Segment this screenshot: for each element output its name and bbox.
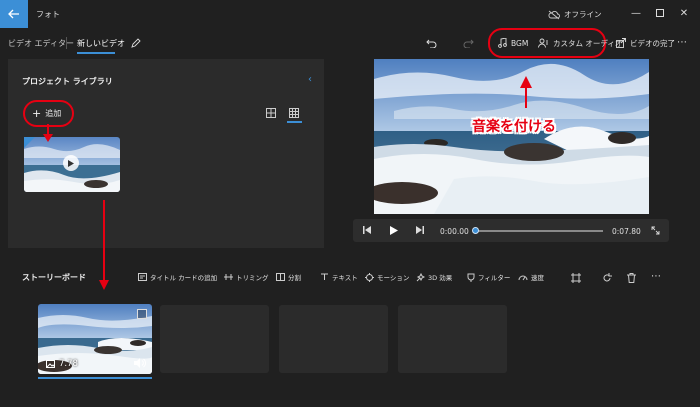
export-icon: [616, 38, 626, 48]
storyboard-title: ストーリーボード: [22, 273, 86, 282]
filter-icon: [467, 273, 475, 282]
end-time: 0:07.80: [612, 227, 641, 236]
video-preview: [374, 59, 649, 214]
trim-button[interactable]: トリミング: [224, 272, 269, 282]
close-button[interactable]: ✕: [674, 4, 694, 22]
storyboard-more-icon[interactable]: ⋯: [651, 271, 661, 282]
speed-button[interactable]: 速度: [518, 272, 544, 282]
speed-label: 速度: [531, 274, 544, 282]
view-selected-underline: [287, 121, 302, 123]
crop-icon[interactable]: [570, 272, 581, 283]
motion-icon: [365, 272, 374, 282]
clip-duration: 7.78: [46, 359, 78, 369]
app-title: フォト: [36, 10, 60, 19]
title-card-button[interactable]: タイトル カードの追加: [138, 272, 217, 282]
fullscreen-icon[interactable]: [650, 225, 661, 236]
back-arrow-icon: [8, 9, 19, 19]
add-button[interactable]: + 追加: [32, 108, 61, 119]
title-card-icon: [138, 273, 147, 281]
next-frame-icon[interactable]: [414, 224, 426, 236]
delete-icon[interactable]: [626, 272, 637, 283]
breadcrumb-underline: [77, 52, 115, 54]
title-card-label: タイトル カードの追加: [150, 274, 218, 282]
clip-selected-underline: [38, 377, 152, 379]
storyboard-empty-slot: [398, 305, 507, 373]
music-note-icon: [498, 38, 507, 48]
rename-pencil-icon[interactable]: [129, 36, 143, 50]
clip-duration-value: 7.78: [59, 359, 78, 369]
split-icon: [276, 273, 285, 281]
current-time: 0:00.00: [440, 227, 469, 236]
trim-label: トリミング: [236, 274, 269, 282]
previous-frame-icon[interactable]: [361, 224, 373, 236]
text-label: テキスト: [332, 274, 358, 282]
play-icon[interactable]: [388, 224, 400, 236]
annotation-arrow-to-storyboard: [99, 200, 109, 290]
custom-audio-label: カスタム オーディオ: [553, 38, 623, 48]
offline-status: オフライン: [548, 9, 602, 20]
clip-volume-icon[interactable]: [134, 358, 146, 368]
speed-icon: [518, 275, 528, 281]
annotation-arrow-to-thumbnail: [43, 124, 53, 142]
annotation-arrow-up-shaft: [525, 86, 527, 108]
text-icon: [321, 273, 328, 280]
3d-effects-button[interactable]: 3D 効果: [416, 272, 452, 282]
filter-label: フィルター: [478, 274, 511, 282]
3d-effects-label: 3D 効果: [428, 274, 453, 282]
more-options-icon[interactable]: ⋯: [677, 37, 687, 48]
cloud-off-icon: [548, 10, 560, 19]
maximize-button[interactable]: [650, 4, 670, 22]
storyboard-empty-slot: [160, 305, 269, 373]
custom-audio-icon: [538, 38, 548, 48]
back-button[interactable]: [0, 0, 28, 28]
small-grid-view-icon[interactable]: [289, 108, 299, 118]
filter-button[interactable]: フィルター: [467, 272, 510, 282]
finish-video-label: ビデオの完了: [630, 38, 675, 48]
collapse-chevron-icon[interactable]: ‹: [308, 74, 312, 85]
split-button[interactable]: 分割: [276, 272, 301, 282]
clip-image-icon: [46, 360, 55, 368]
large-grid-view-icon[interactable]: [266, 108, 276, 118]
annotation-text: 音楽を付ける: [472, 119, 556, 135]
undo-icon[interactable]: [424, 36, 438, 50]
rotate-icon[interactable]: [601, 272, 612, 283]
add-label: 追加: [45, 109, 62, 118]
minimize-button[interactable]: —: [626, 4, 646, 22]
selected-corner-marker: [24, 137, 35, 148]
motion-button[interactable]: モーション: [365, 272, 409, 282]
bgm-label: BGM: [511, 38, 529, 48]
breadcrumb-separator: [66, 37, 67, 49]
3d-effects-icon: [416, 272, 425, 281]
motion-label: モーション: [377, 274, 410, 282]
custom-audio-button[interactable]: カスタム オーディオ: [538, 35, 622, 51]
split-label: 分割: [288, 274, 301, 282]
plus-icon: +: [32, 106, 42, 120]
redo-icon[interactable]: [461, 36, 475, 50]
breadcrumb-video-editor[interactable]: ビデオ エディター: [8, 38, 74, 49]
bgm-button[interactable]: BGM: [498, 35, 528, 51]
text-button[interactable]: テキスト: [320, 272, 358, 282]
seek-bar[interactable]: [475, 230, 603, 232]
seek-knob[interactable]: [471, 227, 479, 234]
clip-select-checkbox[interactable]: [137, 309, 147, 319]
annotation-arrow-up-head: [520, 76, 532, 88]
offline-label: オフライン: [564, 10, 602, 19]
ocean-preview-image: [374, 59, 649, 214]
library-title: プロジェクト ライブラリ: [22, 77, 113, 86]
storyboard-empty-slot: [279, 305, 388, 373]
finish-video-button[interactable]: ビデオの完了: [616, 35, 675, 51]
breadcrumb-current: 新しいビデオ: [77, 39, 125, 48]
maximize-icon: [656, 9, 664, 17]
thumbnail-play-icon[interactable]: [63, 155, 79, 171]
trim-icon: [224, 274, 233, 280]
